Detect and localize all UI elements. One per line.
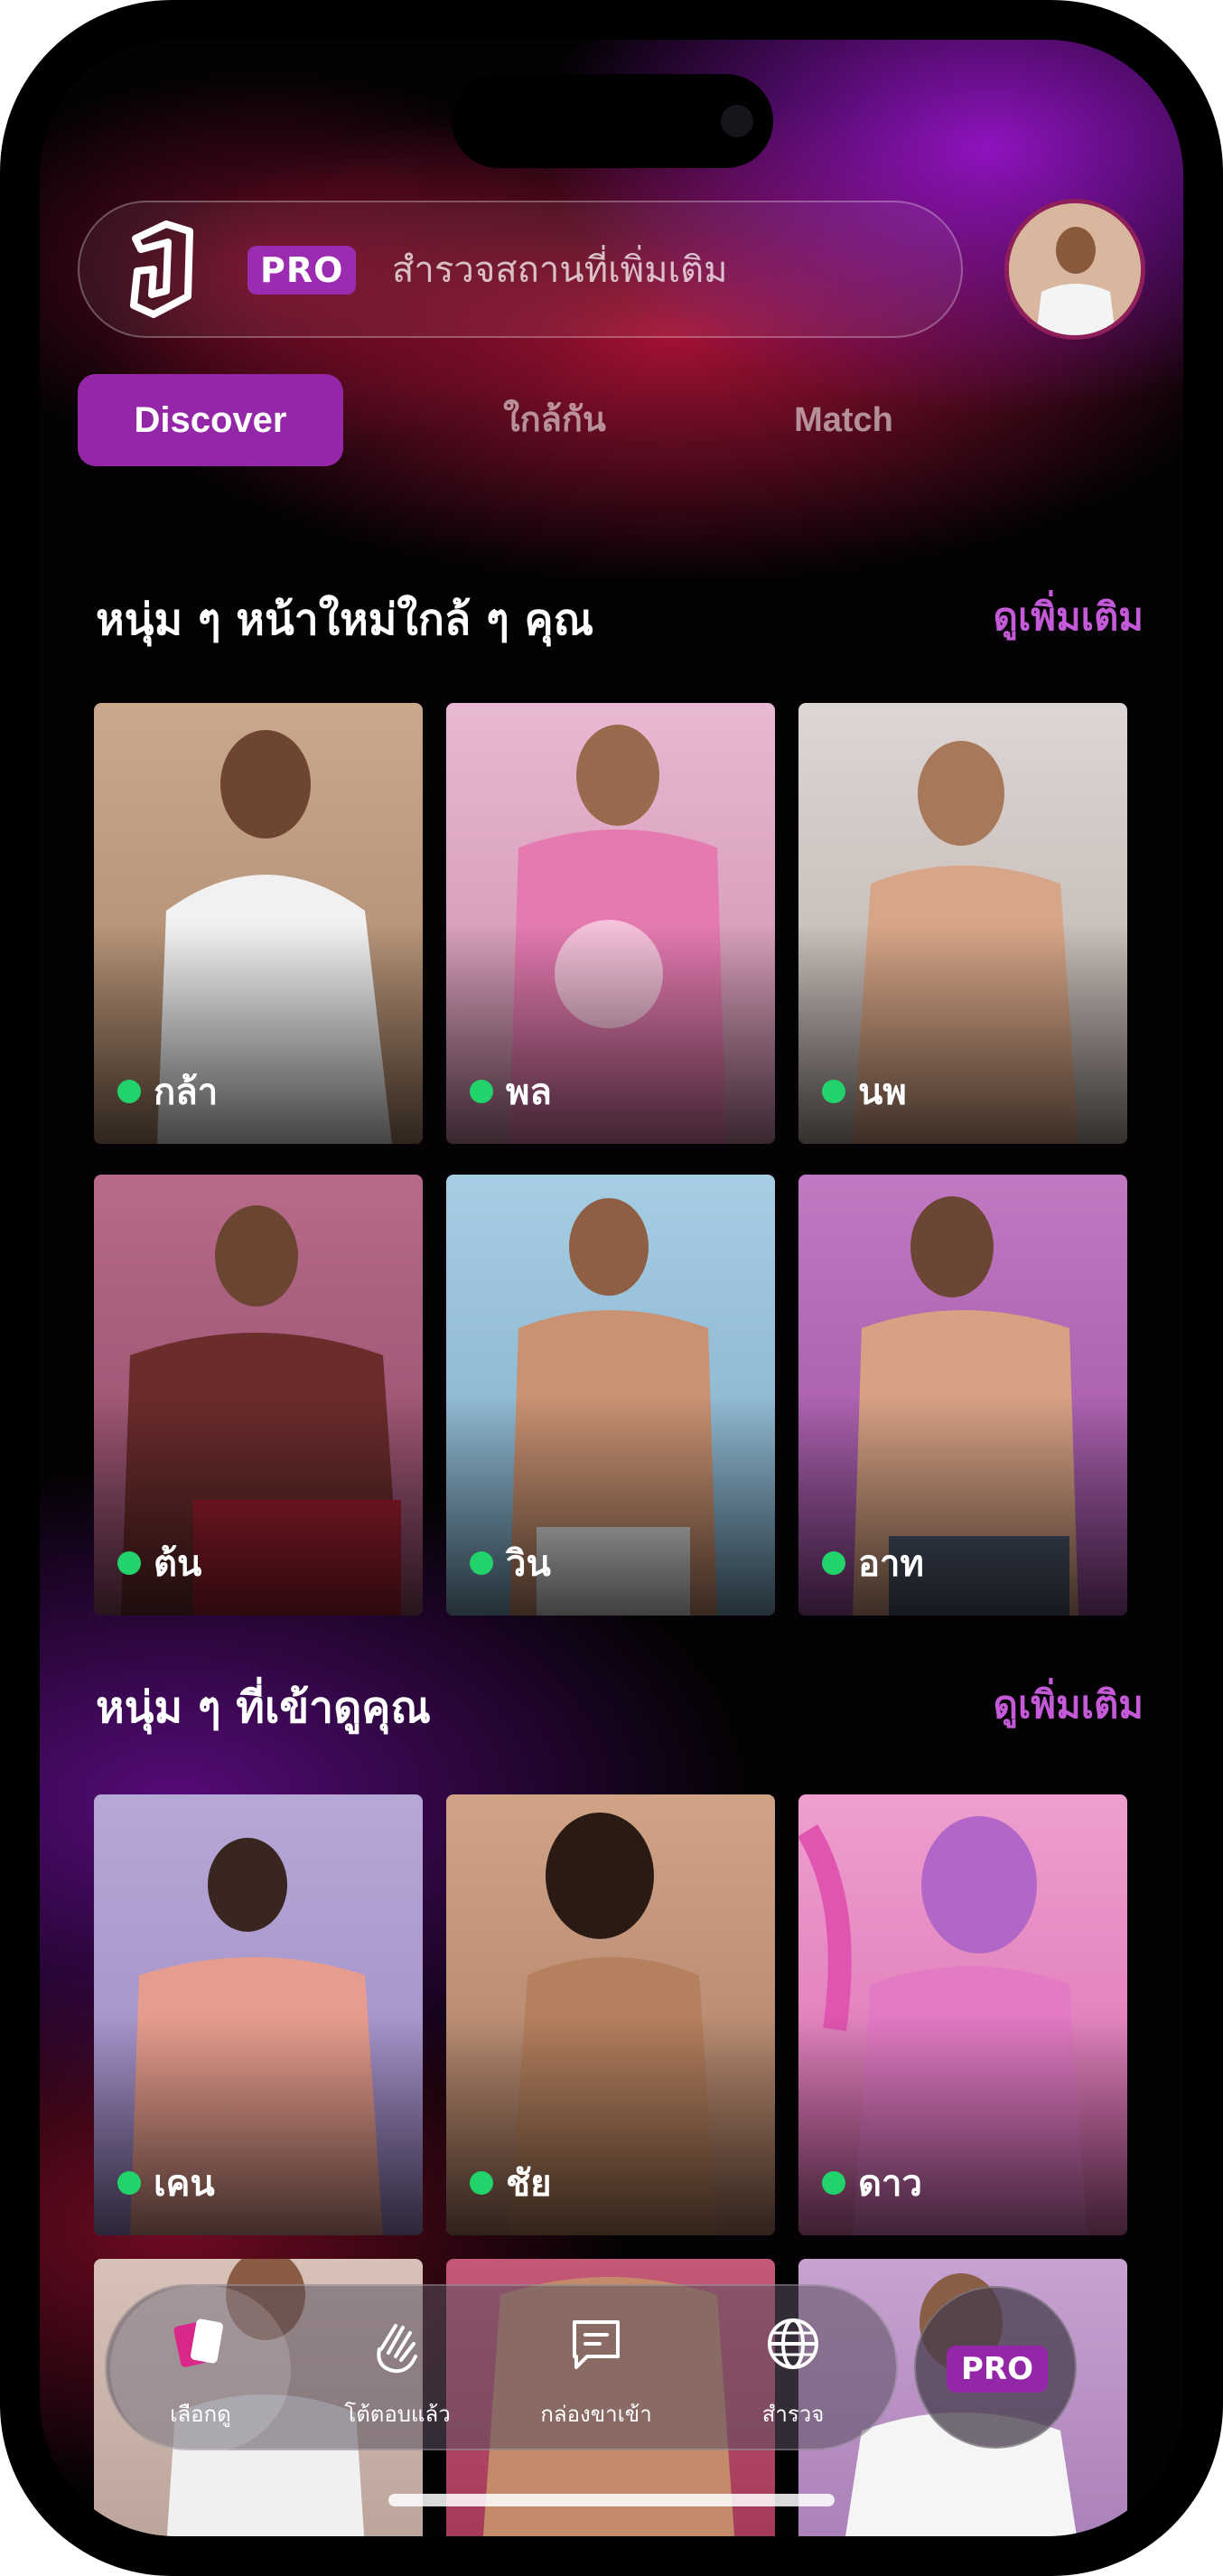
chat-icon <box>573 2320 620 2369</box>
online-dot <box>470 2171 493 2195</box>
profile-name: ต้น <box>154 1543 202 1585</box>
search-bar[interactable]: PRO สำรวจสถานที่เพิ่มเติม <box>78 201 963 338</box>
nav-label: เลือกดู <box>170 2402 231 2427</box>
nav-inbox[interactable]: กล่องขาเข้า <box>506 2286 686 2452</box>
globe-icon <box>768 2318 818 2369</box>
app-logo-icon <box>130 220 193 318</box>
profile-name: เคน <box>154 2163 215 2205</box>
profile-card[interactable]: วิน <box>446 1175 775 1616</box>
profile-card[interactable]: อาท <box>798 1175 1127 1616</box>
name-row: วิน <box>470 1534 551 1592</box>
profile-name: พล <box>506 1072 552 1113</box>
see-more-viewed-you[interactable]: ดูเพิ่มเติม <box>994 1675 1144 1735</box>
profile-card[interactable]: นพ <box>798 703 1127 1144</box>
name-row: ชัย <box>470 2154 552 2212</box>
online-dot <box>117 1551 141 1575</box>
pro-label: PRO <box>947 2346 1048 2393</box>
online-dot <box>822 1080 845 1103</box>
nav-explore[interactable]: สำรวจ <box>703 2286 883 2452</box>
search-placeholder: สำรวจสถานที่เพิ่มเติม <box>392 249 728 291</box>
tab-discover[interactable]: Discover <box>78 374 343 466</box>
online-dot <box>470 1551 493 1575</box>
profile-card[interactable]: ชัย <box>446 1794 775 2235</box>
tab-match[interactable]: Match <box>708 374 979 466</box>
online-dot <box>470 1080 493 1103</box>
name-row: กล้า <box>117 1063 218 1120</box>
home-indicator[interactable] <box>388 2494 835 2506</box>
avatar-person-icon <box>1009 203 1141 335</box>
see-more-new-nearby[interactable]: ดูเพิ่มเติม <box>994 587 1144 647</box>
profile-name: นพ <box>858 1072 907 1113</box>
nav-browse[interactable]: เลือกดู <box>110 2286 291 2452</box>
online-dot <box>822 2171 845 2195</box>
nav-label: สำรวจ <box>761 2402 825 2427</box>
nav-label: โต้ตอบแล้ว <box>344 2402 451 2427</box>
camera-dot <box>721 105 753 137</box>
name-row: พล <box>470 1063 552 1120</box>
name-row: ดาว <box>822 2154 922 2212</box>
user-avatar[interactable] <box>1004 199 1145 340</box>
profile-card[interactable]: ต้น <box>94 1175 423 1616</box>
phone-frame: PRO สำรวจสถานที่เพิ่มเติม Discover ใกล้ก… <box>0 0 1223 2576</box>
cards-icon <box>173 2318 223 2367</box>
bottom-nav: เลือกดู โต้ตอบแล้ว กล่องขาเข้า สำรวจ <box>105 2284 898 2452</box>
profile-card[interactable]: ดาว <box>798 1794 1127 2235</box>
profile-card[interactable]: กล้า <box>94 703 423 1144</box>
pro-upgrade-button[interactable]: PRO <box>914 2286 1077 2449</box>
name-row: ต้น <box>117 1534 201 1592</box>
profile-name: วิน <box>506 1543 551 1585</box>
nav-label: กล่องขาเข้า <box>540 2402 652 2427</box>
profile-card[interactable]: เคน <box>94 1794 423 2235</box>
online-dot <box>822 1551 845 1575</box>
app-screen: PRO สำรวจสถานที่เพิ่มเติม Discover ใกล้ก… <box>40 40 1183 2536</box>
name-row: นพ <box>822 1063 907 1120</box>
dynamic-island <box>452 74 773 168</box>
profile-name: อาท <box>858 1543 924 1585</box>
nav-interacted[interactable]: โต้ตอบแล้ว <box>307 2286 488 2452</box>
section-title-viewed-you: หนุ่ม ๆ ที่เข้าดูคุณ <box>96 1682 431 1733</box>
profile-name: กล้า <box>154 1072 219 1113</box>
profile-card[interactable]: พล <box>446 703 775 1144</box>
wave-hand-icon <box>377 2324 417 2374</box>
online-dot <box>117 1080 141 1103</box>
profile-name: ดาว <box>858 2163 922 2205</box>
pro-badge: PRO <box>247 246 357 295</box>
tab-nearby[interactable]: ใกล้กัน <box>419 374 690 466</box>
online-dot <box>117 2171 141 2195</box>
section-title-new-nearby: หนุ่ม ๆ หน้าใหม่ใกล้ ๆ คุณ <box>96 595 594 645</box>
name-row: เคน <box>117 2154 215 2212</box>
name-row: อาท <box>822 1534 924 1592</box>
profile-name: ชัย <box>506 2163 552 2205</box>
